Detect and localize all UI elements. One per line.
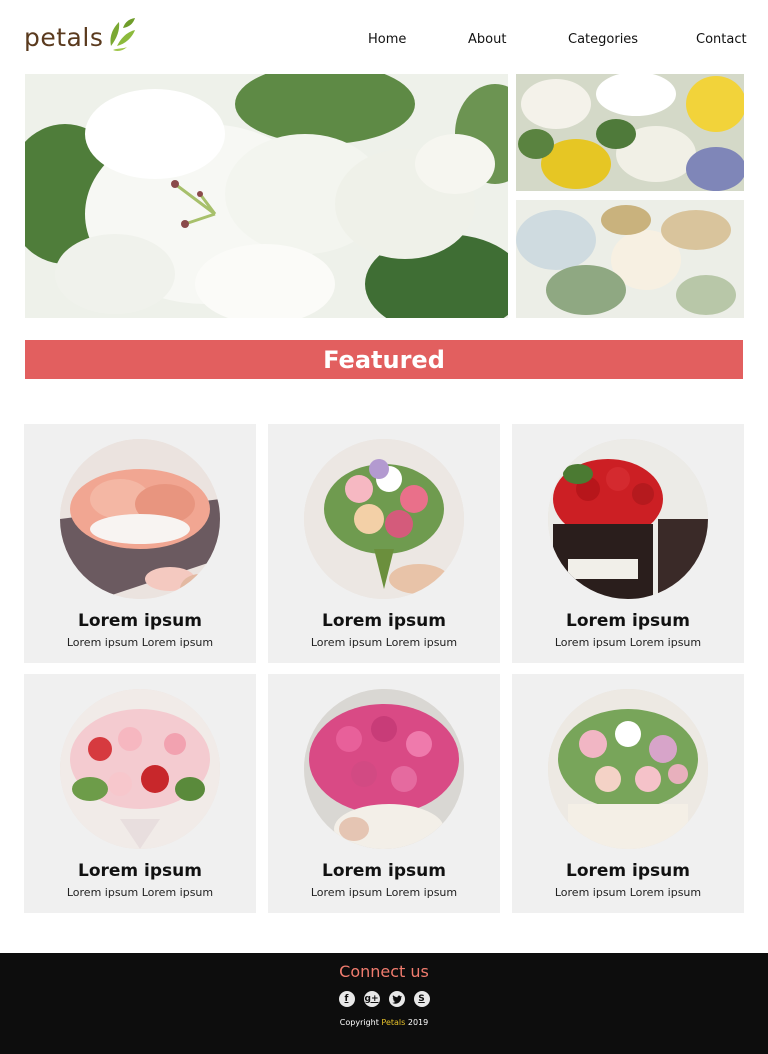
product-card[interactable]: Lorem ipsum Lorem ipsum Lorem ipsum [268,424,500,663]
copyright-year: 2019 [407,1018,429,1027]
card-description: Lorem ipsum Lorem ipsum [310,886,458,899]
nav-about[interactable]: About [468,32,506,47]
bouquet-image-pink-red [60,689,220,849]
nav-categories[interactable]: Categories [568,32,638,47]
card-description: Lorem ipsum Lorem ipsum [554,636,702,649]
card-description: Lorem ipsum Lorem ipsum [310,636,458,649]
connect-heading: Connect us [339,962,429,981]
card-description: Lorem ipsum Lorem ipsum [66,886,214,899]
card-description: Lorem ipsum Lorem ipsum [66,636,214,649]
featured-banner: Featured [25,340,743,379]
product-card[interactable]: Lorem ipsum Lorem ipsum Lorem ipsum [512,424,744,663]
featured-title: Featured [323,345,445,374]
product-card[interactable]: Lorem ipsum Lorem ipsum Lorem ipsum [24,424,256,663]
bouquet-image-tulips [60,439,220,599]
copyright-text: Copyright Petals 2019 [0,1018,768,1027]
bouquet-image-pastel-box [548,689,708,849]
google-plus-icon[interactable]: g+ [363,991,380,1007]
card-title: Lorem ipsum [322,611,446,631]
nav-home[interactable]: Home [368,32,406,47]
card-description: Lorem ipsum Lorem ipsum [554,886,702,899]
bouquet-image-red-roses [548,439,708,599]
nav-contact[interactable]: Contact [696,32,747,47]
product-card[interactable]: Lorem ipsum Lorem ipsum Lorem ipsum [24,674,256,913]
card-title: Lorem ipsum [566,611,690,631]
product-card[interactable]: Lorem ipsum Lorem ipsum Lorem ipsum [512,674,744,913]
hero-image-lilies [25,74,508,318]
skype-icon[interactable]: S [413,991,430,1007]
product-card[interactable]: Lorem ipsum Lorem ipsum Lorem ipsum [268,674,500,913]
bouquet-image-magenta-roses [304,689,464,849]
card-title: Lorem ipsum [566,861,690,881]
bouquet-image-mixed [304,439,464,599]
card-title: Lorem ipsum [78,861,202,881]
social-links: f g+ S [0,991,768,1007]
site-footer: Connect us f g+ S Copyright Petals 2019 [0,953,768,1054]
copyright-prefix: Copyright [339,1018,379,1027]
card-title: Lorem ipsum [322,861,446,881]
copyright-brand[interactable]: Petals [381,1018,405,1027]
hero-image-white-bouquet [516,200,744,318]
card-title: Lorem ipsum [78,611,202,631]
site-header: petals Home About Categories Contact [0,0,768,74]
hero-image-yellow-bouquet [516,74,744,191]
main-nav: Home About Categories Contact [0,32,768,48]
twitter-icon[interactable] [388,991,405,1007]
facebook-icon[interactable]: f [338,991,355,1007]
